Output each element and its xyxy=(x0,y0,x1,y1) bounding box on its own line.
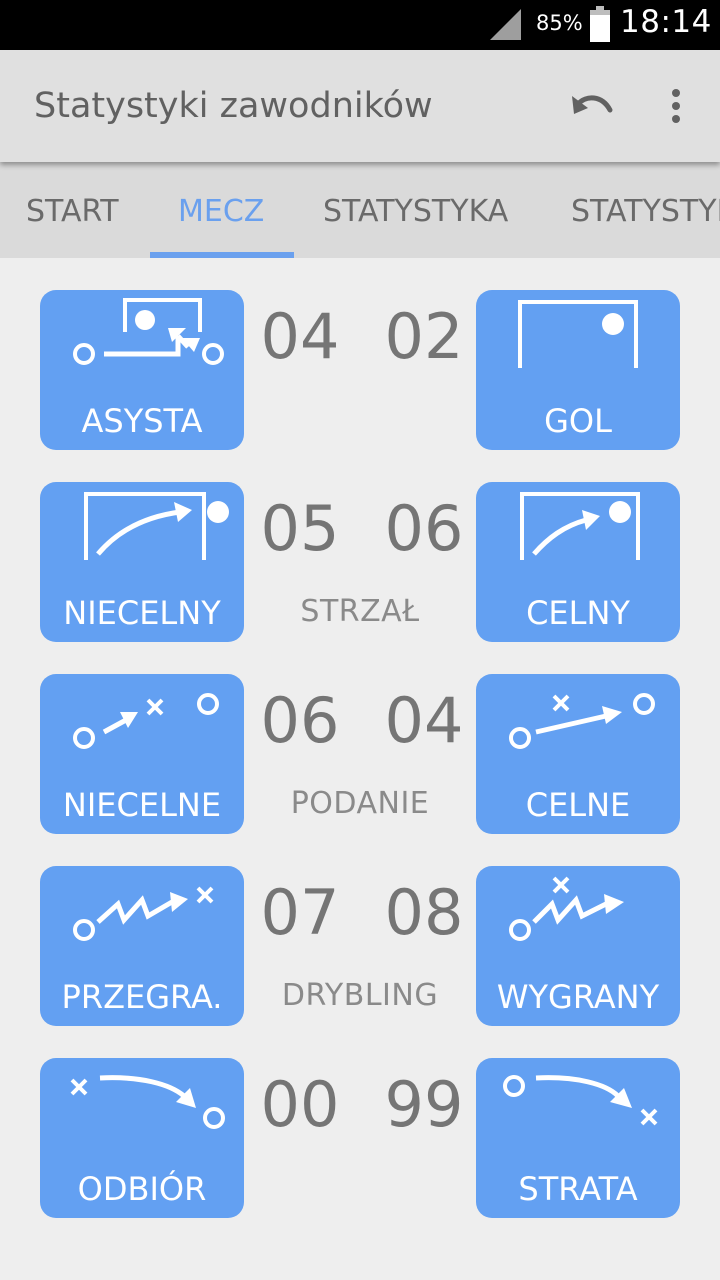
ball-loss-label: STRATA xyxy=(518,1170,638,1208)
pass-intercepted-count: 06 xyxy=(260,684,340,757)
dribble-lost-button[interactable]: PRZEGRA. xyxy=(40,866,244,1026)
pass-complete-button[interactable]: CELNE xyxy=(476,674,680,834)
assist-label: ASYSTA xyxy=(81,402,203,440)
tab-mecz[interactable]: MECZ xyxy=(178,162,264,258)
category-shot: STRZAŁ xyxy=(300,594,420,629)
tab-indicator xyxy=(150,252,294,258)
dribble-won-count: 08 xyxy=(384,876,464,949)
goal-button[interactable]: GOL xyxy=(476,290,680,450)
pass-complete-count: 04 xyxy=(384,684,464,757)
goal-count: 02 xyxy=(384,300,464,373)
dribble-won-label: WYGRANY xyxy=(496,978,660,1016)
category-dribble: DRYBLING xyxy=(281,978,439,1013)
shot-off-target-label: NIECELNY xyxy=(63,594,221,632)
tab-statystyka-2[interactable]: STATYSTYKA xyxy=(571,162,720,258)
category-pass: PODANIE xyxy=(290,786,430,821)
dribble-won-button[interactable]: WYGRANY xyxy=(476,866,680,1026)
assist-button[interactable]: ASYSTA xyxy=(40,290,244,450)
tackle-button[interactable]: ODBIÓR xyxy=(40,1058,244,1218)
pass-intercepted-label: NIECELNE xyxy=(62,786,222,824)
shot-off-target-button[interactable]: NIECELNY xyxy=(40,482,244,642)
tackle-label: ODBIÓR xyxy=(77,1170,207,1208)
shot-on-target-count: 06 xyxy=(384,492,464,565)
overflow-menu-icon[interactable] xyxy=(660,84,692,128)
status-bar: 85% 18:14 xyxy=(0,0,720,50)
tab-start[interactable]: START xyxy=(26,162,119,258)
pass-complete-label: CELNE xyxy=(525,786,631,824)
ball-loss-button[interactable]: STRATA xyxy=(476,1058,680,1218)
signal-icon xyxy=(490,9,521,40)
battery-percent: 85% xyxy=(536,11,583,35)
tab-bar: START MECZ STATYSTYKA STATYSTYKA xyxy=(0,162,720,258)
shot-on-target-label: CELNY xyxy=(526,594,630,632)
app-bar: Statystyki zawodników xyxy=(0,50,720,162)
tab-statystyka[interactable]: STATYSTYKA xyxy=(323,162,508,258)
undo-icon[interactable] xyxy=(566,84,618,128)
ball-loss-count: 99 xyxy=(384,1068,464,1141)
dribble-lost-count: 07 xyxy=(260,876,340,949)
app-title: Statystyki zawodników xyxy=(34,86,433,126)
battery-icon xyxy=(590,6,610,42)
goal-label: GOL xyxy=(544,402,612,440)
assist-count: 04 xyxy=(260,300,340,373)
pass-intercepted-button[interactable]: NIECELNE xyxy=(40,674,244,834)
shot-off-target-count: 05 xyxy=(260,492,340,565)
shot-on-target-button[interactable]: CELNY xyxy=(476,482,680,642)
clock: 18:14 xyxy=(620,4,712,40)
tackle-count: 00 xyxy=(260,1068,340,1141)
dribble-lost-label: PRZEGRA. xyxy=(61,978,223,1016)
